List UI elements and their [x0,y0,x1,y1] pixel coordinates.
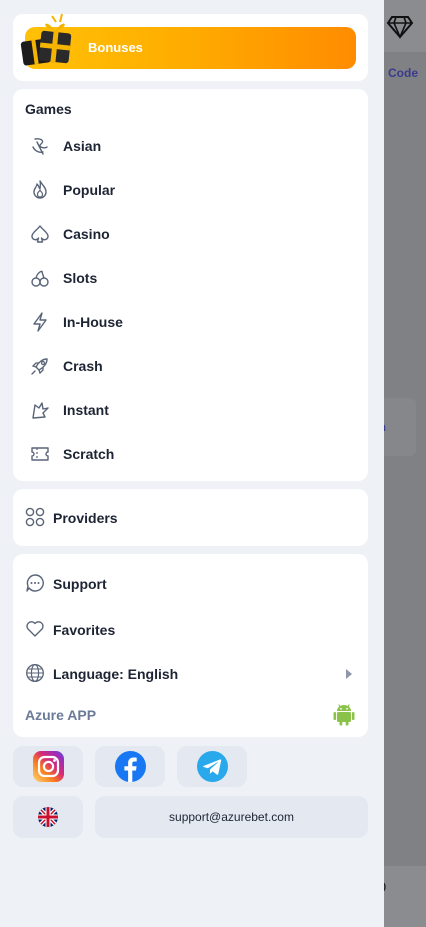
telegram-button[interactable] [177,746,247,787]
menu-item-asian[interactable]: Asian [25,131,356,161]
menu-item-instant[interactable]: Instant [25,395,356,425]
games-card: Games Asian Popular Casino Slots In-Hous… [13,89,368,481]
side-drawer: Bonuses Games Asian Popular Casino Slots… [0,0,384,927]
support-email-button[interactable]: support@azurebet.com [95,796,368,838]
menu-item-label: Scratch [63,446,115,462]
menu-item-popular[interactable]: Popular [25,175,356,205]
providers-card: Providers [13,489,368,546]
flame-icon [33,180,47,199]
support-label: Support [53,576,107,592]
lightning-icon [33,312,47,332]
language-flag-button[interactable] [13,796,83,838]
spade-icon [31,225,49,243]
gift-icon [20,13,72,66]
support-email: support@azurebet.com [169,810,294,824]
menu-item-label: In-House [63,314,123,330]
globe-icon [26,664,44,682]
menu-item-label: Slots [63,270,98,286]
telegram-icon [197,751,228,782]
favorites-item[interactable]: Favorites [23,615,358,645]
chevron-right-icon [346,669,352,679]
menu-item-label: Popular [63,182,116,198]
facebook-button[interactable] [95,746,165,787]
menu-item-label: Casino [63,226,110,242]
menu-item-scratch[interactable]: Scratch [25,439,356,469]
menu-item-slots[interactable]: Slots [25,263,356,293]
uk-flag-icon [38,807,58,827]
background-code-text[interactable]: Code [388,66,418,80]
menu-item-label: Crash [63,358,103,374]
cherries-icon [31,270,49,287]
language-item[interactable]: Language: English [23,659,358,689]
facebook-icon [115,751,146,782]
support-card: Support Favorites Language: English Azur… [13,554,368,737]
ticket-icon [31,447,49,461]
instagram-icon [33,751,64,782]
menu-item-crash[interactable]: Crash [25,351,356,381]
menu-item-label: Asian [63,138,102,154]
menu-item-in-house[interactable]: In-House [25,307,356,337]
providers-label: Providers [53,510,118,526]
rocket-icon [31,358,48,375]
instant-icon [32,402,49,419]
bonuses-label: Bonuses [88,40,143,55]
asian-icon [32,138,48,155]
games-title: Games [25,101,72,117]
support-item[interactable]: Support [23,569,358,599]
menu-item-label: Instant [63,402,109,418]
instagram-button[interactable] [13,746,83,787]
azure-app-label: Azure APP [25,707,97,723]
heart-icon [26,621,44,637]
favorites-label: Favorites [53,622,116,638]
menu-item-casino[interactable]: Casino [25,219,356,249]
chat-bubble-icon [26,574,44,592]
providers-item[interactable]: Providers [23,503,358,533]
diamond-icon[interactable] [386,12,414,40]
grid-icon [25,507,45,527]
language-label: Language: English [53,666,179,682]
android-icon[interactable] [333,702,355,726]
